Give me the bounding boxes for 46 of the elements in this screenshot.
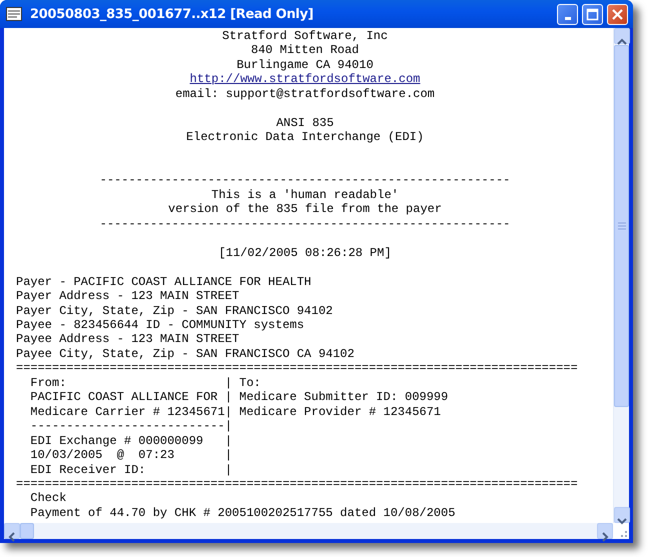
text-line: Payee - 823456644 ID - COMMUNITY systems (16, 318, 304, 332)
text-line: --------------------------------------------------------- (100, 173, 510, 188)
minimize-button[interactable] (557, 4, 578, 24)
text-line: Electronic Data Interchange (EDI) (186, 130, 424, 145)
horizontal-scrollbar[interactable] (4, 523, 613, 539)
scroll-down-button[interactable] (614, 507, 630, 523)
scrollbar-thumb[interactable] (20, 523, 34, 539)
text-line: ---------------------------| (29, 419, 232, 434)
text-line: ============================================================================== (16, 476, 578, 492)
text-line: Payee City, State, Zip - SAN FRANCISCO CA 94102 (16, 346, 354, 362)
text-line: [11/02/2005 08:26:28 PM] (218, 246, 392, 260)
close-icon (611, 8, 624, 20)
scrollbar-thumb[interactable] (614, 45, 629, 407)
text-line: Medicare Carrier # 12345671| Medicare Provider # 12345671 (29, 404, 441, 420)
text-line: Check (29, 491, 66, 506)
text-line: Payer - PACIFIC COAST ALLIANCE FOR HEALTH (16, 274, 312, 290)
scroll-left-button[interactable] (4, 523, 20, 539)
window-title: 20050803_835_001677..x12 [Read Only] (30, 6, 314, 22)
text-line: Payment of 44.70 by CHK # 2005100202517755 dated 10/08/2005 (29, 506, 456, 520)
text-line: ============================================================================== (16, 361, 578, 376)
website-link[interactable]: http://www.stratfordsoftware.com (190, 72, 420, 87)
minimize-icon (564, 16, 570, 20)
text-line: EDI Receiver ID: | (29, 462, 232, 477)
text-line: Burlingame CA 94010 (236, 58, 374, 72)
close-button[interactable] (607, 4, 628, 24)
maximize-button[interactable] (582, 4, 603, 24)
app-icon (6, 7, 22, 21)
grip-icon (618, 222, 626, 230)
text-line: 10/03/2005 @ 07:23 | (29, 448, 232, 463)
text-line: Payer City, State, Zip - SAN FRANCISCO 94102 (16, 304, 333, 318)
text-line: PACIFIC COAST ALLIANCE FOR | Medicare Submitter ID: 009999 (29, 390, 448, 405)
text-line: Stratford Software, Inc (222, 29, 388, 44)
text-line: 840 Mitten Road (250, 43, 360, 58)
scroll-up-button[interactable] (614, 28, 630, 44)
text-line: Payer Address - 123 MAIN STREET (16, 289, 240, 304)
text-line: This is a 'human readable' (211, 188, 399, 202)
vertical-scrollbar[interactable] (613, 28, 629, 523)
text-line: email: support@stratfordsoftware.com (175, 86, 435, 102)
scroll-right-button[interactable] (597, 523, 613, 539)
text-line: Payee Address - 123 MAIN STREET (16, 332, 240, 347)
text-line: From: | To: (29, 376, 261, 390)
text-line: version of the 835 file from the payer (168, 202, 442, 217)
maximize-icon (586, 8, 599, 20)
text-line: EDI Exchange # 000000099 | (29, 434, 232, 448)
text-line: ANSI 835 (276, 116, 334, 130)
text-line: --------------------------------------------------------- (100, 216, 510, 232)
